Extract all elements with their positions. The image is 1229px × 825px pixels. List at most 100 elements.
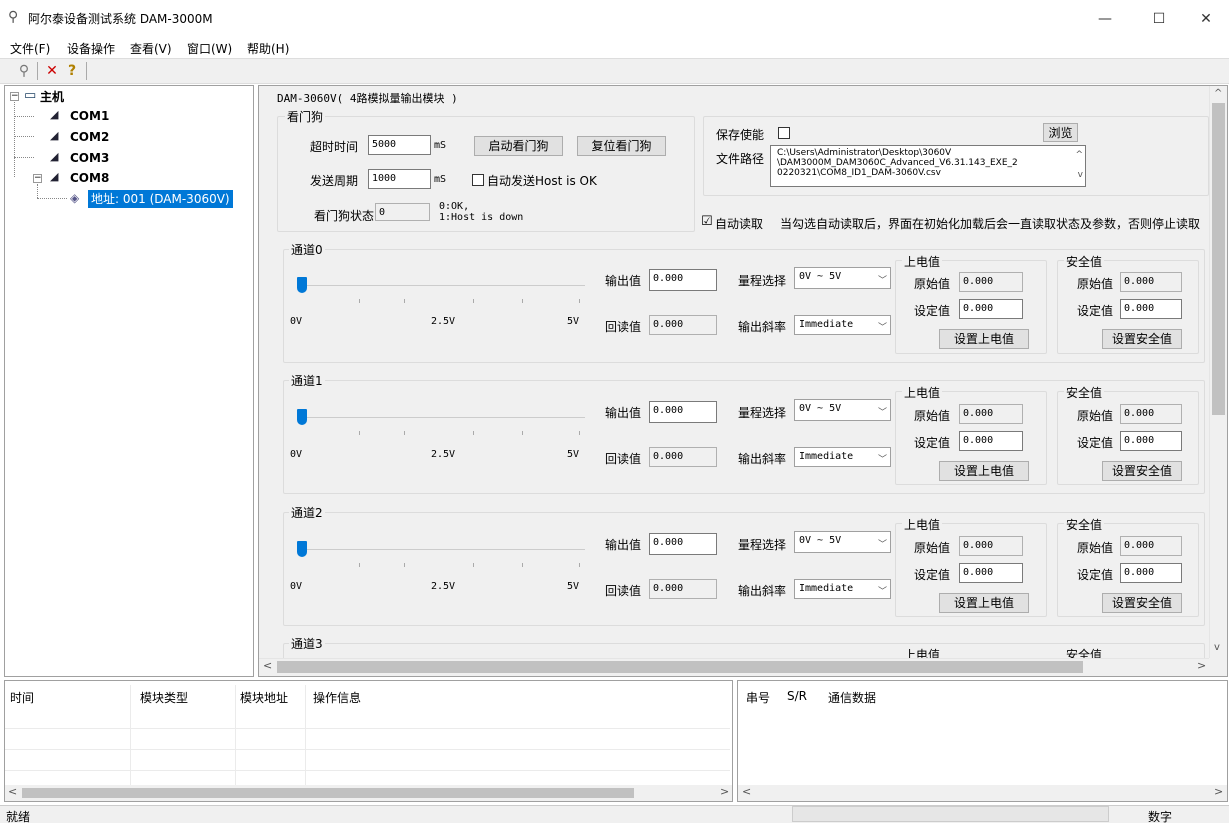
scroll-right-icon[interactable]: >: [720, 785, 729, 798]
menu-window[interactable]: 窗口(W): [187, 40, 232, 57]
safe-set-input[interactable]: 0.000: [1120, 299, 1182, 319]
search-icon[interactable]: ⚲: [14, 61, 34, 81]
log-header-module-address[interactable]: 模块地址: [240, 689, 288, 706]
port-icon: ◢: [50, 108, 59, 121]
menu-device[interactable]: 设备操作: [67, 40, 115, 57]
minimize-button[interactable]: —: [1082, 6, 1128, 32]
range-select-value: 0V ~ 5V: [799, 271, 842, 282]
auto-send-checkbox[interactable]: [472, 174, 484, 186]
expand-com8-icon[interactable]: −: [33, 174, 42, 183]
safe-raw-field: 0.000: [1120, 404, 1182, 424]
path-scroll-down-icon[interactable]: v: [1078, 170, 1083, 180]
menu-help[interactable]: 帮助(H): [247, 40, 289, 57]
power-set-input[interactable]: 0.000: [959, 563, 1023, 583]
file-path-field[interactable]: C:\Users\Administrator\Desktop\3060V \DA…: [770, 145, 1086, 187]
menu-file[interactable]: 文件(F): [10, 40, 50, 57]
rate-select[interactable]: Immediate ﹀: [794, 579, 891, 599]
close-button[interactable]: ✕: [1183, 6, 1229, 32]
tree-connector: [14, 157, 34, 158]
slider-tick: [404, 431, 405, 435]
period-label: 发送周期: [310, 174, 359, 188]
log-header-module-type[interactable]: 模块类型: [140, 689, 188, 706]
path-scroll-up-icon[interactable]: ^: [1075, 150, 1083, 160]
reset-watchdog-button[interactable]: 复位看门狗: [577, 136, 666, 156]
tree-com8[interactable]: COM8: [70, 169, 109, 187]
output-value-input[interactable]: 0.000: [649, 533, 717, 555]
browse-button[interactable]: 浏览: [1043, 123, 1078, 142]
set-power-on-button[interactable]: 设置上电值: [939, 329, 1029, 349]
scroll-right-icon[interactable]: >: [1197, 659, 1206, 672]
app-icon: ⚲: [8, 9, 19, 25]
row-divider: [5, 770, 730, 771]
start-watchdog-button[interactable]: 启动看门狗: [474, 136, 563, 156]
vertical-scroll-thumb[interactable]: [1212, 103, 1225, 415]
slider-tick: [473, 563, 474, 567]
safe-value-label: 安全值: [1064, 384, 1105, 401]
power-set-input[interactable]: 0.000: [959, 431, 1023, 451]
safe-set-label: 设定值: [1077, 568, 1114, 582]
set-safe-value-button[interactable]: 设置安全值: [1102, 329, 1182, 349]
row-divider: [5, 728, 730, 729]
rate-select-value: Immediate: [799, 583, 854, 594]
output-value-input[interactable]: 0.000: [649, 401, 717, 423]
horizontal-scroll-thumb[interactable]: [277, 661, 1083, 673]
range-select[interactable]: 0V ~ 5V ﹀: [794, 399, 891, 421]
auto-read-checkbox[interactable]: ☑: [701, 214, 713, 229]
slider-min-label: 0V: [290, 581, 303, 592]
output-value-label: 输出值: [605, 406, 642, 420]
scroll-up-icon[interactable]: ^: [1214, 88, 1222, 99]
log-scroll-thumb[interactable]: [22, 788, 634, 798]
tree-com3[interactable]: COM3: [70, 149, 109, 167]
range-select[interactable]: 0V ~ 5V ﹀: [794, 531, 891, 553]
timeout-input[interactable]: 5000: [368, 135, 431, 155]
slider-tick: [522, 431, 523, 435]
scroll-down-icon[interactable]: v: [1214, 642, 1220, 653]
comm-horizontal-scrollbar[interactable]: [738, 785, 1227, 801]
tree-com2[interactable]: COM2: [70, 128, 109, 146]
comm-header-serial[interactable]: 串号: [746, 689, 770, 706]
save-enable-checkbox[interactable]: [778, 127, 790, 139]
rate-select[interactable]: Immediate ﹀: [794, 315, 891, 335]
rate-label: 输出斜率: [738, 320, 787, 334]
port-icon: ◢: [50, 170, 59, 183]
comm-header-sr[interactable]: S/R: [787, 689, 807, 703]
power-set-label: 设定值: [914, 436, 951, 450]
save-enable-label: 保存使能: [716, 128, 765, 142]
output-slider[interactable]: [297, 409, 307, 425]
scroll-right-icon[interactable]: >: [1214, 785, 1223, 798]
scroll-left-icon[interactable]: <: [8, 785, 17, 798]
safe-set-input[interactable]: 0.000: [1120, 431, 1182, 451]
maximize-button[interactable]: ☐: [1136, 6, 1182, 32]
expand-root-icon[interactable]: −: [10, 92, 19, 101]
slider-tick: [359, 563, 360, 567]
delete-icon[interactable]: ✕: [42, 61, 62, 81]
scroll-left-icon[interactable]: <: [263, 659, 272, 672]
safe-set-input[interactable]: 0.000: [1120, 563, 1182, 583]
log-header-time[interactable]: 时间: [10, 689, 34, 706]
set-safe-value-button[interactable]: 设置安全值: [1102, 461, 1182, 481]
output-value-input[interactable]: 0.000: [649, 269, 717, 291]
tree-com1[interactable]: COM1: [70, 107, 109, 125]
power-raw-field: 0.000: [959, 272, 1023, 292]
rate-select[interactable]: Immediate ﹀: [794, 447, 891, 467]
output-slider[interactable]: [297, 541, 307, 557]
log-header-operation[interactable]: 操作信息: [313, 689, 361, 706]
output-slider[interactable]: [297, 277, 307, 293]
set-safe-value-button[interactable]: 设置安全值: [1102, 593, 1182, 613]
power-set-input[interactable]: 0.000: [959, 299, 1023, 319]
slider-max-label: 5V: [567, 449, 580, 460]
help-icon[interactable]: ?: [62, 61, 82, 81]
scroll-left-icon[interactable]: <: [742, 785, 751, 798]
slider-mid-label: 2.5V: [431, 449, 456, 460]
chevron-down-icon: ﹀: [877, 540, 887, 550]
menu-view[interactable]: 查看(V): [130, 40, 172, 57]
set-power-on-button[interactable]: 设置上电值: [939, 461, 1029, 481]
tree-device[interactable]: 地址: 001 (DAM-3060V): [88, 190, 233, 208]
tree-root[interactable]: 主机: [40, 88, 64, 106]
comm-header-data[interactable]: 通信数据: [828, 689, 876, 706]
slider-tick: [579, 299, 580, 303]
output-value-label: 输出值: [605, 538, 642, 552]
period-input[interactable]: 1000: [368, 169, 431, 189]
range-select[interactable]: 0V ~ 5V ﹀: [794, 267, 891, 289]
set-power-on-button[interactable]: 设置上电值: [939, 593, 1029, 613]
